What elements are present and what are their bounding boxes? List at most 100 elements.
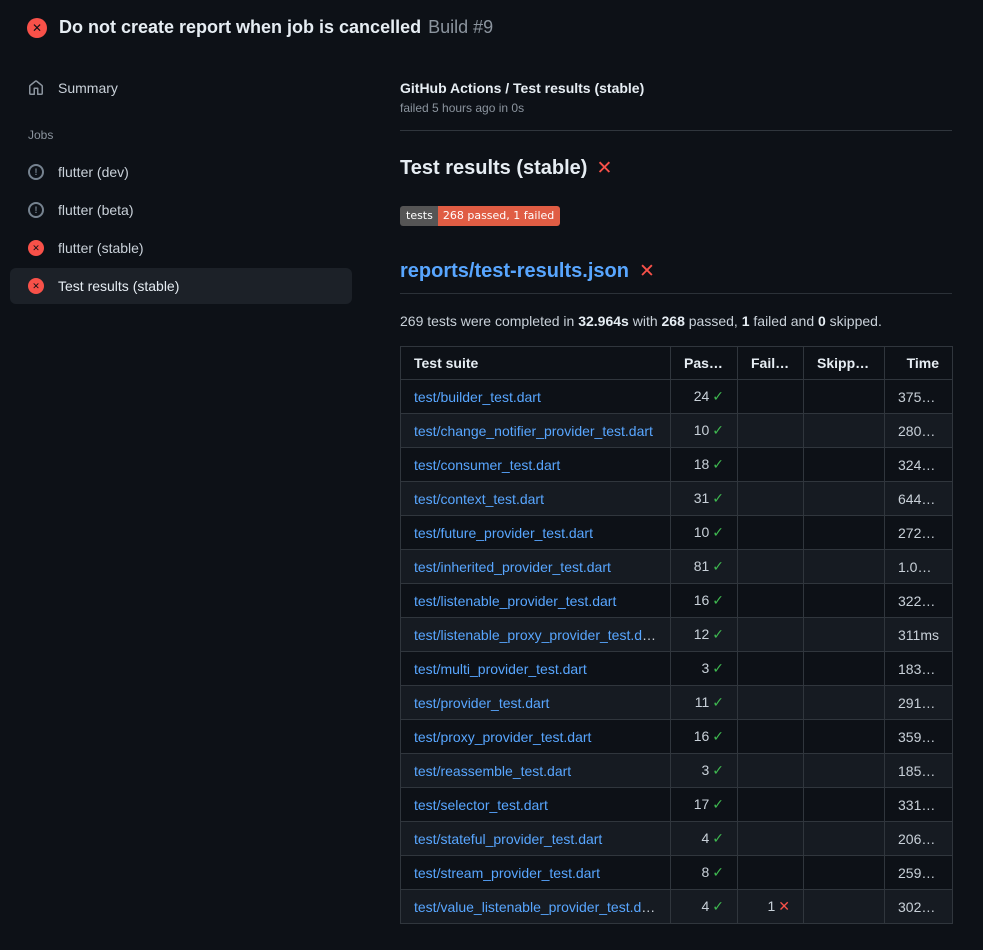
test-suite-link[interactable]: test/builder_test.dart — [414, 389, 541, 405]
time-cell: 272ms — [885, 516, 953, 550]
count-value: 1 — [767, 898, 775, 914]
count-cell: 4✓ — [671, 890, 738, 924]
sidebar-item-flutter-beta[interactable]: ! flutter (beta) — [10, 192, 352, 228]
time-cell: 302ms — [885, 890, 953, 924]
summary-skipped-count: 0 — [818, 313, 826, 329]
time-cell: 206ms — [885, 822, 953, 856]
count-cell — [738, 516, 804, 550]
home-icon — [28, 80, 44, 96]
count-cell — [804, 890, 885, 924]
test-suite-link[interactable]: test/inherited_provider_test.dart — [414, 559, 611, 575]
count-cell: 31✓ — [671, 482, 738, 516]
test-suite-link[interactable]: test/consumer_test.dart — [414, 457, 560, 473]
table-row: test/selector_test.dart17✓331ms — [401, 788, 953, 822]
table-row: test/listenable_proxy_provider_test.dart… — [401, 618, 953, 652]
failed-x-icon: ✕ — [596, 157, 612, 180]
suite-cell: test/consumer_test.dart — [401, 448, 671, 482]
table-row: test/change_notifier_provider_test.dart 1… — [401, 414, 953, 448]
count-value: 17 — [694, 796, 710, 812]
count-value: 8 — [701, 864, 709, 880]
test-suite-link[interactable]: test/stream_provider_test.dart — [414, 865, 600, 881]
count-cell — [738, 720, 804, 754]
table-row: test/inherited_provider_test.dart81✓1.06… — [401, 550, 953, 584]
test-suite-link[interactable]: test/proxy_provider_test.dart — [414, 729, 591, 745]
col-header-passed: Passed — [671, 347, 738, 380]
test-suite-link[interactable]: test/provider_test.dart — [414, 695, 549, 711]
table-row: test/value_listenable_provider_test.dart… — [401, 890, 953, 924]
table-row: test/listenable_provider_test.dart16✓322… — [401, 584, 953, 618]
count-value: 3 — [701, 660, 709, 676]
count-cell — [804, 652, 885, 686]
count-cell — [804, 448, 885, 482]
test-results-table: Test suite Passed Failed Skipped Time te… — [400, 346, 953, 924]
time-cell: 1.065s — [885, 550, 953, 584]
test-suite-link[interactable]: test/value_listenable_provider_test.dart — [414, 899, 658, 915]
check-icon: ✓ — [712, 490, 724, 506]
summary-passed-count: 268 — [662, 313, 685, 329]
test-suite-link[interactable]: test/reassemble_test.dart — [414, 763, 571, 779]
count-cell: 12✓ — [671, 618, 738, 652]
header-divider — [400, 130, 952, 131]
test-suite-link[interactable]: test/future_provider_test.dart — [414, 525, 593, 541]
table-row: test/consumer_test.dart18✓324ms — [401, 448, 953, 482]
table-row: test/reassemble_test.dart3✓185ms — [401, 754, 953, 788]
test-suite-link[interactable]: test/context_test.dart — [414, 491, 544, 507]
count-value: 24 — [694, 388, 710, 404]
summary-duration: 32.964s — [578, 313, 629, 329]
test-suite-link[interactable]: test/multi_provider_test.dart — [414, 661, 587, 677]
suite-cell: test/stateful_provider_test.dart — [401, 822, 671, 856]
time-cell: 324ms — [885, 448, 953, 482]
report-heading: reports/test-results.json ✕ — [400, 260, 952, 294]
time-cell: 644ms — [885, 482, 953, 516]
count-value: 10 — [694, 422, 710, 438]
count-cell — [804, 686, 885, 720]
report-file-link[interactable]: reports/test-results.json — [400, 260, 629, 283]
summary-text: skipped. — [826, 313, 882, 329]
sidebar-item-summary[interactable]: Summary — [10, 70, 352, 106]
count-cell — [804, 584, 885, 618]
sidebar-item-label: flutter (beta) — [58, 202, 133, 218]
time-cell: 259ms — [885, 856, 953, 890]
check-icon: ✓ — [712, 898, 724, 914]
sidebar-item-label: Summary — [58, 80, 118, 96]
count-value: 3 — [701, 762, 709, 778]
breadcrumb: GitHub Actions / Test results (stable) — [400, 80, 952, 96]
sidebar-item-flutter-dev[interactable]: ! flutter (dev) — [10, 154, 352, 190]
count-cell — [738, 686, 804, 720]
test-suite-link[interactable]: test/listenable_proxy_provider_test.dart — [414, 627, 658, 643]
count-cell: 3✓ — [671, 754, 738, 788]
time-cell: 375ms — [885, 380, 953, 414]
build-number: Build #9 — [428, 17, 493, 38]
suite-cell: test/selector_test.dart — [401, 788, 671, 822]
check-run-title: Test results (stable) ✕ — [400, 157, 952, 180]
sidebar-item-flutter-stable[interactable]: ✕ flutter (stable) — [10, 230, 352, 266]
count-value: 12 — [694, 626, 710, 642]
count-cell — [804, 550, 885, 584]
test-suite-link[interactable]: test/stateful_provider_test.dart — [414, 831, 602, 847]
table-row: test/proxy_provider_test.dart16✓359ms — [401, 720, 953, 754]
check-icon: ✓ — [712, 524, 724, 540]
x-circle-icon: ✕ — [27, 18, 47, 38]
time-cell: 359ms — [885, 720, 953, 754]
failed-x-icon: ✕ — [639, 260, 655, 283]
check-icon: ✓ — [712, 762, 724, 778]
count-cell: 3✓ — [671, 652, 738, 686]
neutral-circle-icon: ! — [28, 202, 44, 218]
sidebar: Summary Jobs ! flutter (dev) ! flutter (… — [0, 52, 375, 306]
main-content: GitHub Actions / Test results (stable) f… — [375, 52, 983, 924]
test-suite-link[interactable]: test/selector_test.dart — [414, 797, 548, 813]
test-suite-link[interactable]: test/listenable_provider_test.dart — [414, 593, 616, 609]
count-value: 18 — [694, 456, 710, 472]
count-cell: 24✓ — [671, 380, 738, 414]
table-row: test/stateful_provider_test.dart4✓206ms — [401, 822, 953, 856]
count-value: 11 — [695, 694, 710, 710]
count-cell: 11✓ — [671, 686, 738, 720]
col-header-failed: Failed — [738, 347, 804, 380]
suite-cell: test/provider_test.dart — [401, 686, 671, 720]
check-icon: ✓ — [712, 422, 724, 438]
sidebar-item-test-results-stable[interactable]: ✕ Test results (stable) — [10, 268, 352, 304]
count-cell — [738, 414, 804, 448]
test-suite-link[interactable]: test/change_notifier_provider_test.dart — [414, 423, 653, 439]
check-icon: ✓ — [712, 728, 724, 744]
count-cell: 8✓ — [671, 856, 738, 890]
